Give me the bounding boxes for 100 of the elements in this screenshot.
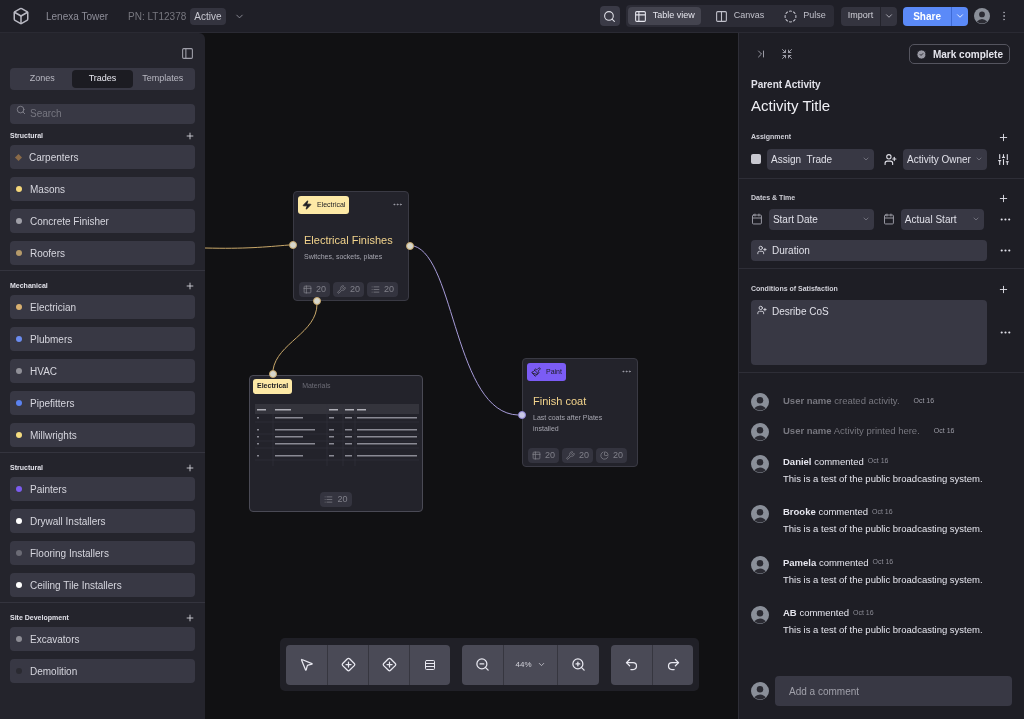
chevron-down-icon xyxy=(861,215,870,223)
zoom-in-icon xyxy=(571,657,586,672)
trade-item[interactable]: Electrician xyxy=(10,295,195,319)
table-icon xyxy=(633,9,647,23)
pointer-icon xyxy=(299,657,314,672)
add-icon[interactable] xyxy=(998,192,1009,204)
connector-line xyxy=(272,303,318,371)
search-field[interactable]: Search xyxy=(10,103,195,124)
comment-author: Pamela commented xyxy=(783,555,869,570)
collapse-panel-icon[interactable] xyxy=(755,48,767,60)
dashed-circle-icon xyxy=(784,9,798,23)
trade-item[interactable]: Carpenters xyxy=(10,145,195,169)
redo-icon xyxy=(665,657,681,672)
calendar-icon[interactable] xyxy=(751,213,763,225)
brush-icon xyxy=(531,367,541,377)
dropdown[interactable]: Assign Trade xyxy=(767,148,874,170)
trade-item[interactable]: Millwrights xyxy=(10,423,195,447)
add-icon[interactable] xyxy=(185,463,195,473)
trade-item[interactable]: Concrete Finisher xyxy=(10,209,195,233)
count-chip: 20 xyxy=(299,282,330,297)
panel-toggle-icon[interactable] xyxy=(181,47,194,60)
project-name: Lenexa Tower xyxy=(46,9,109,24)
trade-item[interactable]: Roofers xyxy=(10,241,195,265)
activity-title: Finish coat xyxy=(533,395,588,409)
chevron-down-icon xyxy=(884,11,895,21)
count-chip: 20 xyxy=(367,282,399,297)
status-badge: Active xyxy=(190,7,226,25)
user-plus-icon xyxy=(757,245,767,255)
avatar-icon xyxy=(751,606,769,624)
cube-icon xyxy=(12,7,30,25)
sliders-icon[interactable] xyxy=(997,152,1010,166)
count-chip: 20 xyxy=(333,282,365,297)
trade-item[interactable]: Plubmers xyxy=(10,327,195,351)
undo-icon xyxy=(624,657,639,672)
columns-icon xyxy=(714,9,728,23)
sidebar-tab[interactable]: Templates xyxy=(132,70,193,88)
add-icon[interactable] xyxy=(185,613,195,623)
chevron-down-icon xyxy=(955,11,965,21)
list-icon xyxy=(324,495,334,504)
wrench-icon xyxy=(337,285,346,294)
sidebar-tab[interactable]: Trades xyxy=(72,70,133,88)
list-icon xyxy=(371,285,381,294)
trade-item[interactable]: Demolition xyxy=(10,659,195,683)
comment-text: This is a test of the public broadcasting system. xyxy=(783,623,983,638)
project-number: PN: LT12378 xyxy=(128,9,187,24)
sidebar-tab[interactable]: Zones xyxy=(12,70,73,88)
activity-title: Activity Title xyxy=(751,96,832,116)
count-chip: 20 xyxy=(562,448,594,463)
chevron-down-icon xyxy=(536,660,546,669)
wrench-icon xyxy=(566,451,575,460)
comment-author: Brooke commented xyxy=(783,505,868,519)
add-icon[interactable] xyxy=(185,131,195,141)
activity-entry: User name Activity printed here. xyxy=(783,424,920,439)
trade-item[interactable]: Drywall Installers xyxy=(10,509,195,533)
avatar-icon xyxy=(751,505,769,523)
mark-complete-button[interactable]: Mark complete xyxy=(908,44,1010,64)
comment-author: Daniel commented xyxy=(783,454,864,469)
trade-item[interactable]: Masons xyxy=(10,177,195,201)
comment-text: This is a test of the public broadcasting system. xyxy=(783,471,983,486)
view-tab[interactable]: Table view xyxy=(627,7,701,25)
trade-item[interactable]: Painters xyxy=(10,477,195,501)
search-icon xyxy=(16,105,26,115)
add-icon[interactable] xyxy=(185,281,195,291)
pie-chart-icon xyxy=(600,451,610,460)
chevron-down-icon xyxy=(972,215,981,223)
view-tab[interactable]: Pulse xyxy=(778,7,832,25)
dropdown[interactable]: Actual Start xyxy=(900,208,985,230)
count-chip: 20 xyxy=(320,492,352,507)
diamond-plus-icon xyxy=(381,657,397,672)
add-icon[interactable] xyxy=(998,283,1009,295)
comment-text: This is a test of the public broadcasting system. xyxy=(783,572,983,587)
view-tab[interactable]: Canvas xyxy=(708,7,771,25)
table-icon xyxy=(303,285,312,294)
avatar-icon xyxy=(751,454,769,473)
dropdown[interactable]: Activity Owner xyxy=(903,148,987,170)
check-circle-icon xyxy=(915,48,927,60)
add-icon[interactable] xyxy=(998,131,1009,143)
bolt-icon xyxy=(302,200,312,210)
activity-title: Electrical Finishes xyxy=(304,234,394,248)
calendar-icon[interactable] xyxy=(882,213,895,225)
trade-item[interactable]: Ceiling Tile Installers xyxy=(10,573,195,597)
trade-item[interactable]: Pipefitters xyxy=(10,391,195,415)
trade-item[interactable]: HVAC xyxy=(10,359,195,383)
cos-field[interactable]: Desribe CoS xyxy=(751,299,987,365)
duration-field[interactable]: Duration xyxy=(751,239,987,261)
comment-field[interactable]: Add a comment xyxy=(775,676,1012,706)
parent-activity: Parent Activity xyxy=(751,78,822,92)
avatar-icon xyxy=(751,422,769,441)
chevron-down-icon xyxy=(862,155,870,163)
user-plus-icon xyxy=(884,152,897,166)
trade-item[interactable]: Flooring Installers xyxy=(10,541,195,565)
shrink-icon[interactable] xyxy=(781,48,793,60)
rows-icon xyxy=(424,658,436,671)
avatar-icon xyxy=(974,8,990,24)
color-swatch-icon xyxy=(751,154,761,164)
count-chip: 20 xyxy=(528,448,559,463)
user-plus-icon xyxy=(757,304,767,315)
trade-item[interactable]: Excavators xyxy=(10,627,195,651)
search-button[interactable] xyxy=(599,6,620,26)
dropdown[interactable]: Start Date xyxy=(768,208,874,230)
